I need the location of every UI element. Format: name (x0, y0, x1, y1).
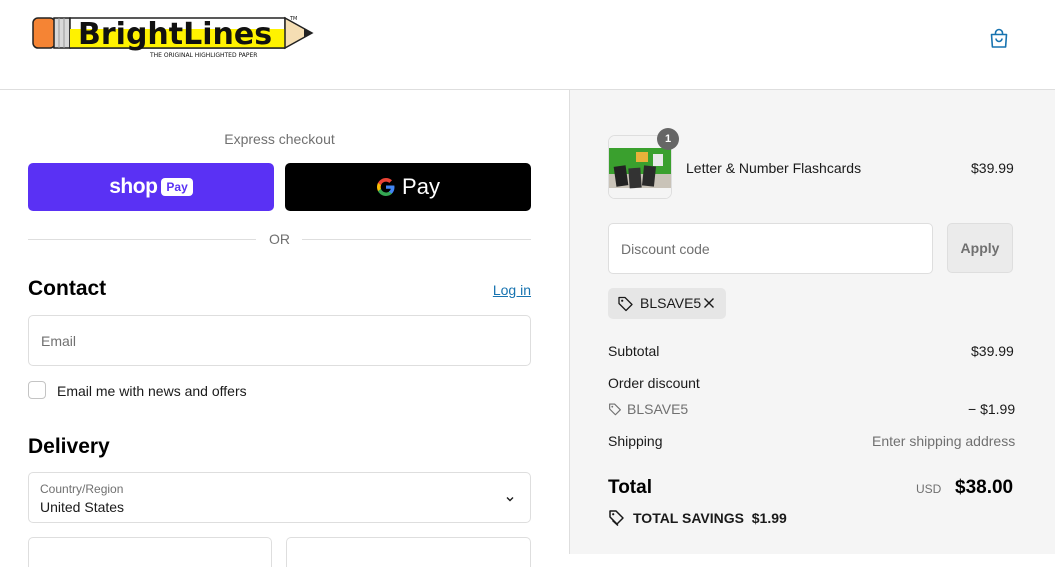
logo-trademark: TM (289, 16, 297, 22)
discount-placeholder: Discount code (621, 241, 710, 257)
logo-wordmark: BrightLines (78, 17, 272, 52)
google-pay-button[interactable]: Pay (285, 163, 531, 211)
or-divider: OR (28, 231, 531, 249)
shop-pay-button[interactable]: shop Pay (28, 163, 274, 211)
logo-tagline: THE ORIGINAL HIGHLIGHTED PAPER (149, 52, 257, 59)
country-value: United States (40, 499, 125, 515)
applied-code-text: BLSAVE5 (640, 295, 702, 311)
login-link[interactable]: Log in (470, 282, 531, 298)
shipping-label: Shipping (608, 433, 663, 449)
chevron-down-icon (506, 497, 514, 502)
shop-pay-badge: Pay (161, 178, 193, 196)
quantity-badge: 1 (657, 128, 679, 150)
subtotal-value: $39.99 (971, 343, 1014, 359)
product-name: Letter & Number Flashcards (686, 160, 862, 176)
shop-pay-wordmark: shop (109, 175, 158, 198)
contact-heading: Contact (28, 277, 107, 300)
newsletter-checkbox[interactable] (28, 381, 46, 399)
savings-label: TOTAL SAVINGS (633, 510, 744, 526)
email-placeholder: Email (41, 333, 77, 349)
order-summary-column: 1 Letter & Number Flashcards $39.99 Disc… (569, 90, 1055, 554)
divider-line-right (302, 239, 531, 240)
brightlines-logo[interactable]: BrightLines THE ORIGINAL HIGHLIGHTED PAP… (32, 15, 314, 61)
apply-discount-button[interactable]: Apply (947, 223, 1013, 273)
savings-value: $1.99 (751, 510, 787, 526)
delivery-heading: Delivery (28, 435, 110, 458)
discount-tag-icon (609, 403, 621, 416)
tag-icon (618, 296, 633, 312)
email-field[interactable]: Email (28, 315, 531, 366)
discount-amount: − $1.99 (968, 401, 1016, 417)
first-name-field[interactable] (28, 537, 272, 567)
total-savings: TOTAL SAVINGS $1.99 (633, 510, 787, 526)
product-price: $39.99 (971, 160, 1014, 176)
google-pay-label: Pay (402, 174, 440, 199)
newsletter-label: Email me with news and offers (57, 383, 247, 399)
subtotal-label: Subtotal (608, 343, 660, 359)
google-g-icon (377, 178, 395, 196)
checkout-form-column: Express checkout shop Pay Pay OR Contact… (0, 90, 569, 567)
country-label: Country/Region (40, 482, 124, 496)
total-label: Total (608, 477, 652, 498)
discount-code-input[interactable]: Discount code (608, 223, 933, 274)
shipping-value: Enter shipping address (872, 433, 1016, 449)
applied-discount-chip: BLSAVE5 (608, 288, 726, 319)
express-checkout-title: Express checkout (224, 131, 335, 147)
site-header: BrightLines THE ORIGINAL HIGHLIGHTED PAP… (0, 0, 1055, 90)
discount-code-label: BLSAVE5 (627, 401, 689, 417)
total-value: $38.00 (955, 477, 1014, 498)
pencil-logo-graphic: BrightLines THE ORIGINAL HIGHLIGHTED PAP… (32, 16, 314, 59)
currency-code: USD (916, 482, 942, 496)
remove-discount-icon[interactable] (703, 297, 715, 309)
order-discount-label: Order discount (608, 375, 700, 391)
last-name-field[interactable] (286, 537, 531, 567)
shopping-bag-icon[interactable] (987, 26, 1011, 50)
savings-tag-icon (609, 510, 624, 526)
country-select[interactable]: Country/Region United States (28, 472, 531, 523)
